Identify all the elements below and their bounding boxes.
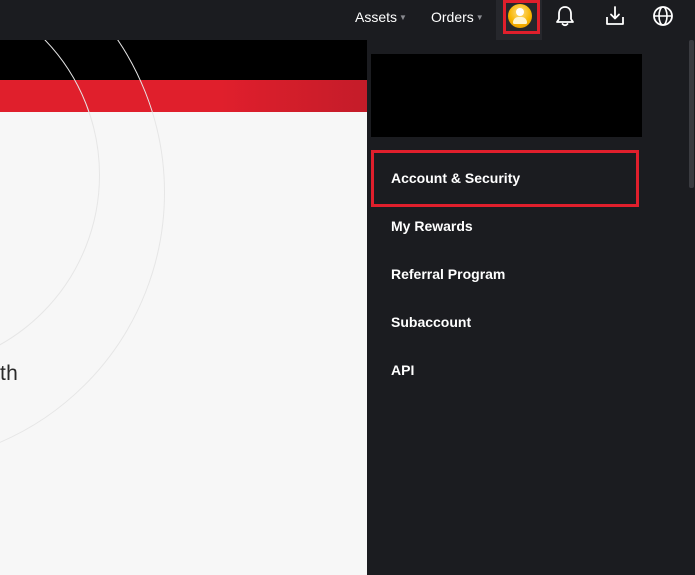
- bell-icon[interactable]: [553, 4, 577, 28]
- caret-down-icon: ▼: [399, 13, 407, 22]
- menu-item-subaccount[interactable]: Subaccount: [391, 310, 471, 334]
- caret-down-icon: ▼: [475, 13, 484, 22]
- globe-icon[interactable]: [651, 4, 675, 28]
- nav-assets[interactable]: Assets ▼: [355, 0, 407, 34]
- scrollbar-thumb[interactable]: [689, 40, 694, 188]
- download-icon[interactable]: [603, 4, 627, 28]
- avatar-highlight-box: [503, 0, 540, 34]
- nav-orders[interactable]: Orders ▼: [431, 0, 484, 34]
- menu-item-referral-program[interactable]: Referral Program: [391, 262, 505, 286]
- menu-item-my-rewards[interactable]: My Rewards: [391, 214, 473, 238]
- menu-highlight-box: [371, 150, 639, 207]
- decorative-arc: [0, 40, 165, 465]
- account-info-header: [371, 54, 642, 137]
- nav-assets-label: Assets: [355, 9, 398, 25]
- main-content: th: [0, 40, 367, 575]
- menu-item-api[interactable]: API: [391, 358, 414, 382]
- top-nav-bar: [0, 0, 695, 40]
- nav-orders-label: Orders: [431, 9, 474, 25]
- content-partial-text: th: [0, 362, 19, 385]
